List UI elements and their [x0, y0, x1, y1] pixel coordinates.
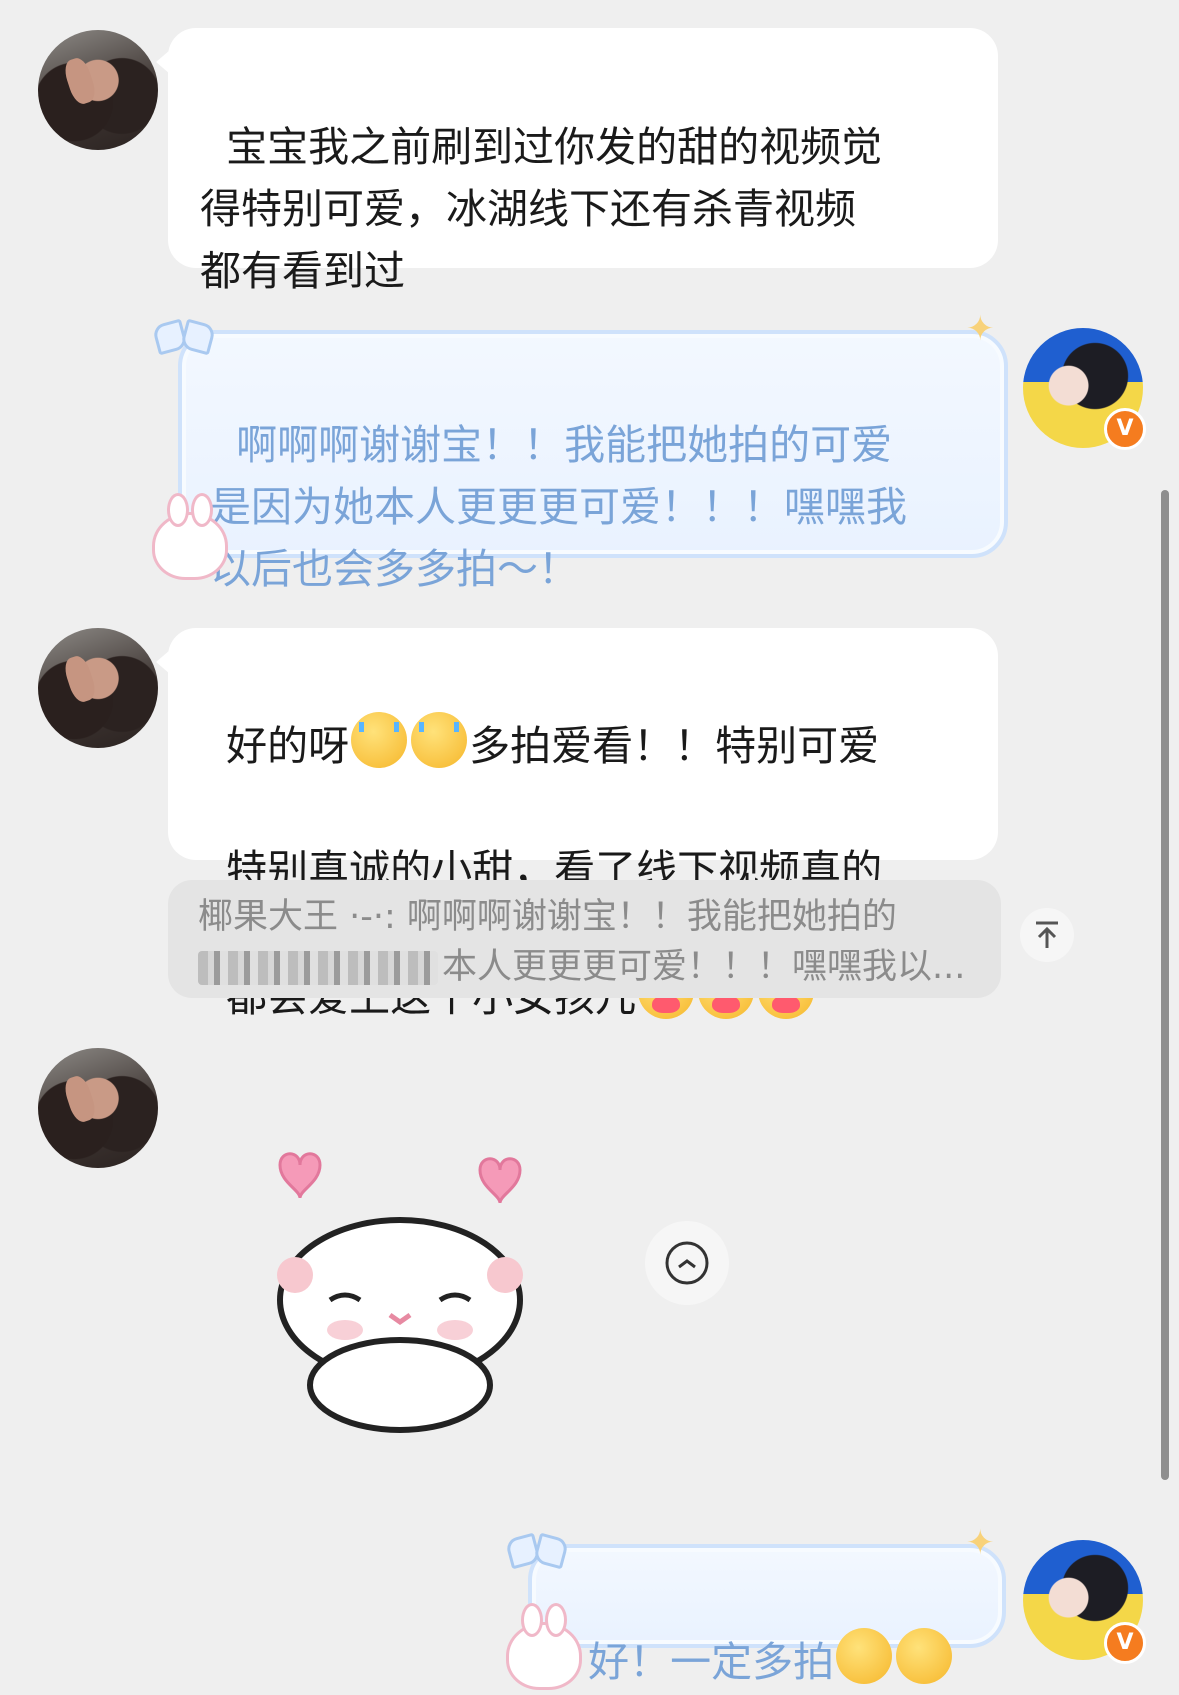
- message-bubble[interactable]: 好的呀多拍爱看！！特别可爱 特别真诚的小甜，看了线下视频真的 都会爱上这个小女孩…: [156, 628, 998, 1021]
- arrow-to-top-icon[interactable]: [1020, 908, 1074, 962]
- bow-icon: [508, 1532, 566, 1564]
- bow-icon: [155, 318, 213, 350]
- message-text: 好！一定多拍: [588, 1638, 835, 1686]
- crying-laughing-emoji-icon: [411, 712, 468, 768]
- avatar[interactable]: [38, 30, 158, 150]
- redacted-text: [198, 951, 438, 985]
- undo-icon[interactable]: [645, 1221, 729, 1305]
- bunny-icon: [506, 1603, 582, 1690]
- message-text: 多拍爱看！！特别可爱: [469, 722, 880, 770]
- bear-sticker[interactable]: [255, 1150, 545, 1440]
- message-bubble[interactable]: 宝宝我之前刷到过你发的甜的视频觉 得特别可爱，冰湖线下还有杀青视频 都有看到过: [156, 28, 998, 295]
- quote-line: 椰果大王 ·-·: 啊啊啊谢谢宝！！我能把她拍的: [198, 897, 897, 937]
- star-icon: ✦: [966, 1523, 995, 1563]
- quoted-message[interactable]: 椰果大王 ·-·: 啊啊啊谢谢宝！！我能把她拍的 本人更更更可爱！！！嘿嘿我以.…: [168, 880, 1001, 998]
- message-text: 好的呀: [226, 722, 350, 770]
- avatar[interactable]: [38, 1048, 158, 1168]
- message-text: 宝宝我之前刷到过你发的甜的视频觉 得特别可爱，冰湖线下还有杀青视频 都有看到过: [200, 123, 883, 295]
- quote-line: 本人更更更可爱！！！嘿嘿我以...: [442, 947, 966, 987]
- avatar[interactable]: [38, 628, 158, 748]
- pleading-emoji-icon: [836, 1628, 893, 1684]
- verified-badge-icon: V: [1104, 408, 1146, 450]
- scrollbar[interactable]: [1161, 490, 1169, 1480]
- my-message-bubble[interactable]: 啊啊啊谢谢宝！！我能把她拍的可爱 是因为她本人更更更可爱！！！嘿嘿我 以后也会多…: [178, 330, 1008, 593]
- pleading-emoji-icon: [896, 1628, 953, 1684]
- message-text: 啊啊啊谢谢宝！！我能把她拍的可爱 是因为她本人更更更可爱！！！嘿嘿我 以后也会多…: [210, 421, 907, 593]
- bunny-icon: [152, 493, 228, 580]
- star-icon: ✦: [966, 309, 995, 349]
- crying-laughing-emoji-icon: [351, 712, 408, 768]
- my-message-bubble[interactable]: 好！一定多拍: [528, 1544, 1006, 1686]
- verified-badge-icon: V: [1104, 1622, 1146, 1664]
